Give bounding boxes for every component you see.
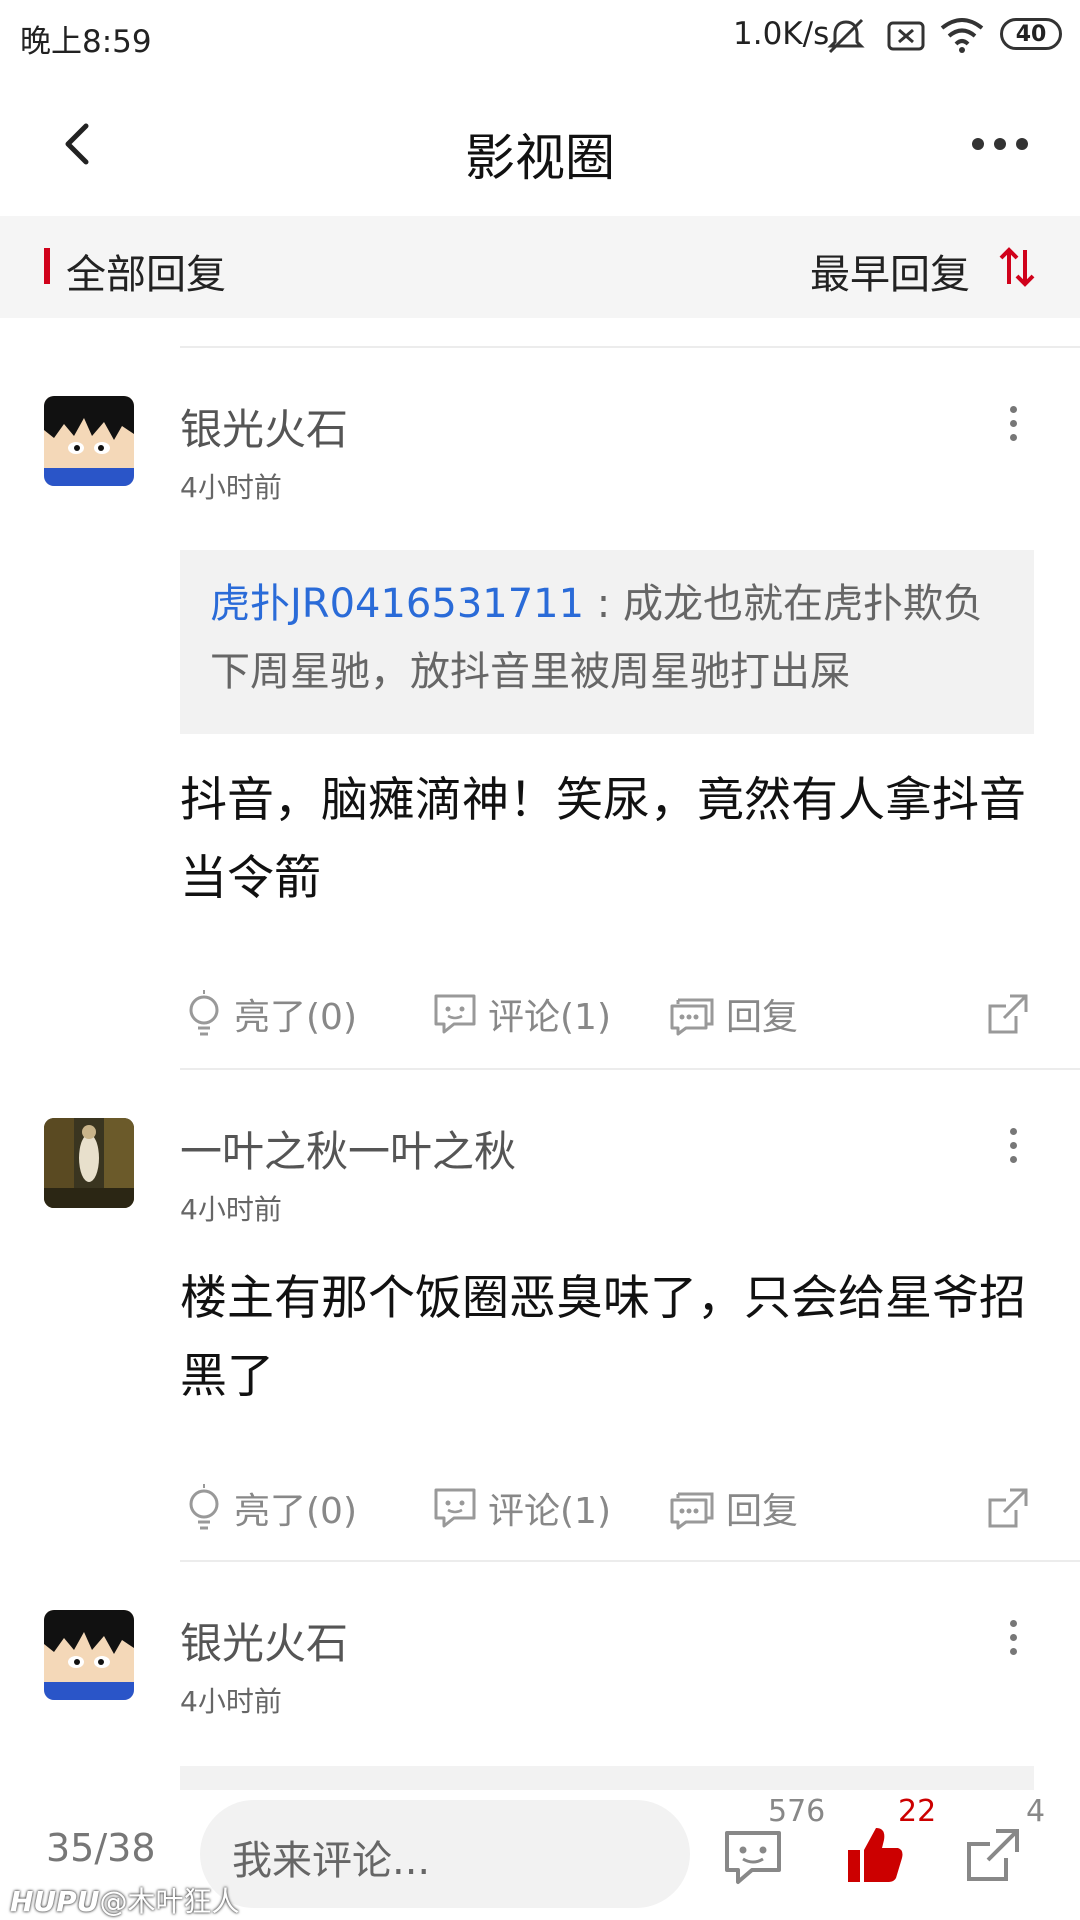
reply-label: 回复 — [726, 997, 799, 1038]
avatar[interactable] — [44, 396, 134, 486]
quote-content: 虎扑JR0416531711 : 成龙也就在虎扑欺负下周星驰，放抖音里被周星驰打… — [180, 550, 1034, 706]
quote-username[interactable]: 虎扑JR0416531711 — [210, 581, 584, 627]
sort-arrows-icon[interactable] — [998, 246, 1036, 288]
quoted-reply-partial — [180, 1766, 1034, 1790]
comment-text: 抖音，脑瘫滴神！笑尿，竟然有人拿抖音当令箭 — [180, 773, 1026, 906]
lightbulb-icon — [189, 990, 219, 1036]
all-replies-label: 全部回复 — [66, 252, 226, 298]
reply-button[interactable]: 回复 — [668, 1482, 798, 1534]
avatar[interactable] — [44, 1610, 134, 1700]
share-icon[interactable] — [986, 992, 1030, 1036]
light-count: 亮了(0) — [234, 997, 357, 1038]
share-icon[interactable] — [986, 1486, 1030, 1530]
comment-time: 4小时前 — [180, 471, 282, 504]
comment-item: 银光火石 4小时前 — [0, 1562, 1080, 1790]
more-vertical-icon[interactable] — [1010, 1620, 1018, 1662]
watermark-brand: HUPU — [10, 1885, 100, 1918]
reply-bubble-icon — [670, 998, 714, 1036]
comment-button[interactable]: 评论(1) — [432, 1482, 611, 1534]
page-indicator[interactable]: 35/38 — [46, 1826, 156, 1870]
wifi-icon — [940, 18, 984, 53]
comment-text: 楼主有那个饭圈恶臭味了，只会给星爷招黑了 — [180, 1271, 1026, 1404]
watermark: HUPU@木叶狂人 — [10, 1880, 239, 1920]
comment-input-placeholder: 我来评论... — [232, 1838, 431, 1884]
quoted-reply[interactable]: 虎扑JR0416531711 : 成龙也就在虎扑欺负下周星驰，放抖音里被周星驰打… — [180, 550, 1034, 734]
comment-item: 一叶之秋一叶之秋 4小时前 楼主有那个饭圈恶臭味了，只会给星爷招黑了 亮了(0)… — [0, 1070, 1080, 1562]
lightbulb-icon — [189, 1484, 219, 1530]
page-title: 影视圈 — [465, 129, 615, 187]
status-bar: 晚上8:59 1.0K/s 40 — [0, 0, 1080, 72]
reply-button[interactable]: 回复 — [668, 988, 798, 1040]
comments-icon[interactable] — [722, 1828, 784, 1886]
light-button[interactable]: 亮了(0) — [184, 1482, 357, 1534]
sim-disabled-icon — [887, 21, 925, 51]
comment-total-count: 576 — [768, 1794, 826, 1829]
watermark-author: @木叶狂人 — [99, 1885, 240, 1918]
light-count: 亮了(0) — [234, 1491, 357, 1532]
comment-button[interactable]: 评论(1) — [432, 988, 611, 1040]
comment-time: 4小时前 — [180, 1685, 282, 1718]
comment-item: 银光火石 4小时前 虎扑JR0416531711 : 成龙也就在虎扑欺负下周星驰… — [0, 348, 1080, 1068]
more-horizontal-icon[interactable] — [970, 132, 1030, 156]
comment-bubble-icon — [434, 994, 476, 1034]
quote-separator: : — [584, 581, 623, 627]
avatar[interactable] — [44, 1118, 134, 1208]
network-speed: 1.0K/s — [733, 16, 830, 52]
battery-indicator: 40 — [1000, 18, 1062, 50]
share-count: 4 — [1026, 1794, 1046, 1829]
avatar-photo-image — [44, 1118, 134, 1208]
avatar-goku-image — [44, 1610, 134, 1700]
avatar-goku-image — [44, 396, 134, 486]
comment-username[interactable]: 银光火石 — [180, 1610, 348, 1671]
comment-count: 评论(1) — [488, 997, 611, 1038]
more-vertical-icon[interactable] — [1010, 406, 1018, 448]
reply-label: 回复 — [726, 1491, 799, 1532]
comment-count: 评论(1) — [488, 1491, 611, 1532]
thumbs-up-icon[interactable] — [842, 1822, 906, 1886]
filter-accent-bar — [44, 248, 50, 284]
comment-time: 4小时前 — [180, 1193, 282, 1226]
top-nav: 影视圈 — [0, 72, 1080, 216]
more-vertical-icon[interactable] — [1010, 1128, 1018, 1170]
light-button[interactable]: 亮了(0) — [184, 988, 357, 1040]
reply-filter-bar: 全部回复 最早回复 — [0, 216, 1080, 318]
mute-bell-icon — [827, 18, 865, 54]
comment-bubble-icon — [434, 1488, 476, 1528]
comment-username[interactable]: 一叶之秋一叶之秋 — [180, 1118, 516, 1179]
share-icon[interactable] — [964, 1826, 1022, 1884]
sort-order-button[interactable]: 最早回复 — [810, 242, 970, 300]
status-time: 晚上8:59 — [20, 24, 152, 60]
comment-username[interactable]: 银光火石 — [180, 396, 348, 457]
reply-bubble-icon — [670, 1492, 714, 1530]
